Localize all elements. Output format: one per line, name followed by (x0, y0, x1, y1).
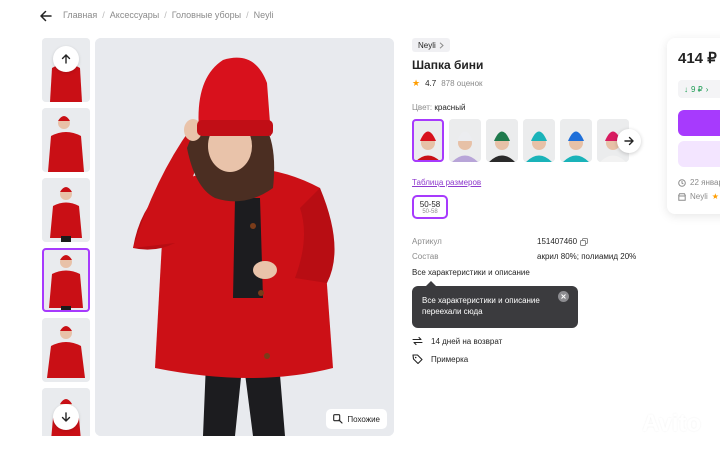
swatch-turquoise[interactable] (523, 119, 555, 162)
price: 414 ₽ (678, 50, 717, 67)
spec-key: Состав (412, 252, 439, 261)
model-photo-thumbnail (42, 318, 90, 382)
star-icon: ★ (412, 78, 421, 88)
return-policy-row: 14 дней на возврат (412, 336, 502, 346)
model-in-red-beanie-photo (95, 38, 394, 436)
shop-icon (678, 192, 686, 201)
breadcrumb-item-brand[interactable]: Neyli (254, 10, 274, 20)
color-value: красный (434, 103, 466, 112)
price-change-value: 9 ₽ (691, 84, 703, 94)
product-rating: ★ 4.7 878 оценок (412, 78, 483, 89)
swatch-blue[interactable] (560, 119, 592, 162)
breadcrumb-separator: / (102, 10, 105, 20)
article-number: 151407460 (537, 237, 578, 246)
spec-value: 151407460 (537, 237, 589, 246)
beanie-color-thumbnail (412, 119, 444, 162)
breadcrumb: Главная / Аксессуары / Головные уборы / … (63, 10, 274, 20)
spec-row-composition: Состав акрил 80%; полиамид 20% (412, 252, 642, 261)
thumbnails-up-button[interactable] (53, 46, 79, 72)
price-card: 414 ₽ ↓ 9 ₽ › 22 январ Neyli ★ (667, 38, 720, 214)
size-option-selected[interactable]: 50-58 50-58 (412, 195, 448, 219)
swatch-red[interactable] (412, 119, 444, 162)
thumbnail-3[interactable] (42, 178, 90, 242)
seller-name: Neyli (690, 192, 708, 201)
arrow-left-icon (40, 10, 52, 22)
arrow-down-icon (61, 412, 71, 422)
colors-next-button[interactable] (617, 129, 641, 153)
chevron-icon: › (705, 84, 709, 94)
swatch-green[interactable] (486, 119, 518, 162)
delivery-date: 22 январ (690, 178, 720, 187)
breadcrumb-separator: / (164, 10, 167, 20)
model-photo-thumbnail (42, 248, 90, 312)
color-label-prefix: Цвет: (412, 103, 433, 112)
return-policy-text: 14 дней на возврат (431, 336, 503, 346)
brand-chip[interactable]: Neyli (412, 38, 450, 52)
spec-row-article: Артикул 151407460 (412, 237, 642, 246)
specs-tooltip: Все характеристики и описание переехали … (412, 281, 578, 328)
copy-icon[interactable] (580, 237, 589, 246)
watermark-text: Avito (642, 410, 702, 437)
arrow-down-icon: ↓ (684, 84, 688, 94)
avito-watermark: Avito (612, 410, 701, 438)
size-sub-value: 50-58 (422, 208, 438, 215)
delivery-info: 22 январ (678, 178, 720, 187)
swatch-lilac[interactable] (449, 119, 481, 162)
rating-value: 4.7 (425, 79, 437, 88)
arrow-up-icon (61, 54, 71, 64)
seller-info[interactable]: Neyli ★ (678, 192, 719, 201)
buy-now-button[interactable] (678, 141, 720, 167)
thumbnail-2[interactable] (42, 108, 90, 172)
fitting-text: Примерка (431, 354, 469, 364)
tooltip-close-button[interactable] (558, 291, 569, 302)
breadcrumb-item-home[interactable]: Главная (63, 10, 97, 20)
thumbnail-5[interactable] (42, 318, 90, 382)
color-label: Цвет: красный (412, 103, 465, 112)
beanie-color-thumbnail (449, 119, 481, 162)
size-value: 50-58 (419, 199, 441, 209)
beanie-color-thumbnail (486, 119, 518, 162)
thumbnail-4[interactable] (42, 248, 90, 312)
close-icon (561, 294, 566, 299)
thumbnails-down-button[interactable] (53, 404, 79, 430)
price-change-badge: ↓ 9 ₽ › (678, 80, 720, 98)
clock-icon (678, 178, 686, 187)
star-icon: ★ (711, 192, 719, 201)
arrow-right-icon (624, 136, 634, 146)
beanie-color-thumbnail (560, 119, 592, 162)
breadcrumb-item-accessories[interactable]: Аксессуары (110, 10, 159, 20)
thumbnail-gallery (42, 38, 90, 436)
add-to-cart-button[interactable] (678, 110, 720, 136)
spec-value: акрил 80%; полиамид 20% (537, 252, 637, 261)
similar-button[interactable]: Похожие (326, 409, 387, 429)
product-title: Шапка бини (412, 58, 484, 72)
spec-key: Артикул (412, 237, 442, 246)
model-photo-thumbnail (42, 108, 90, 172)
color-swatches (412, 119, 629, 162)
breadcrumb-separator: / (246, 10, 249, 20)
avito-logo-icon (612, 411, 638, 437)
breadcrumb-item-headwear[interactable]: Головные уборы (172, 10, 241, 20)
fitting-row: Примерка (412, 354, 468, 364)
beanie-color-thumbnail (523, 119, 555, 162)
similar-search-icon (333, 414, 343, 424)
reviews-link[interactable]: 878 оценок (441, 79, 482, 88)
back-button[interactable] (36, 6, 56, 26)
tooltip-text: Все характеристики и описание переехали … (422, 296, 540, 316)
model-photo-thumbnail (42, 178, 90, 242)
chevron-right-icon (439, 41, 444, 49)
main-product-image[interactable]: Похожие (95, 38, 394, 436)
tag-icon (412, 354, 423, 364)
return-arrows-icon (412, 336, 423, 346)
size-table-link[interactable]: Таблица размеров (412, 178, 481, 187)
all-specs-link[interactable]: Все характеристики и описание (412, 268, 530, 277)
similar-button-label: Похожие (347, 414, 380, 424)
brand-name: Neyli (418, 40, 436, 50)
